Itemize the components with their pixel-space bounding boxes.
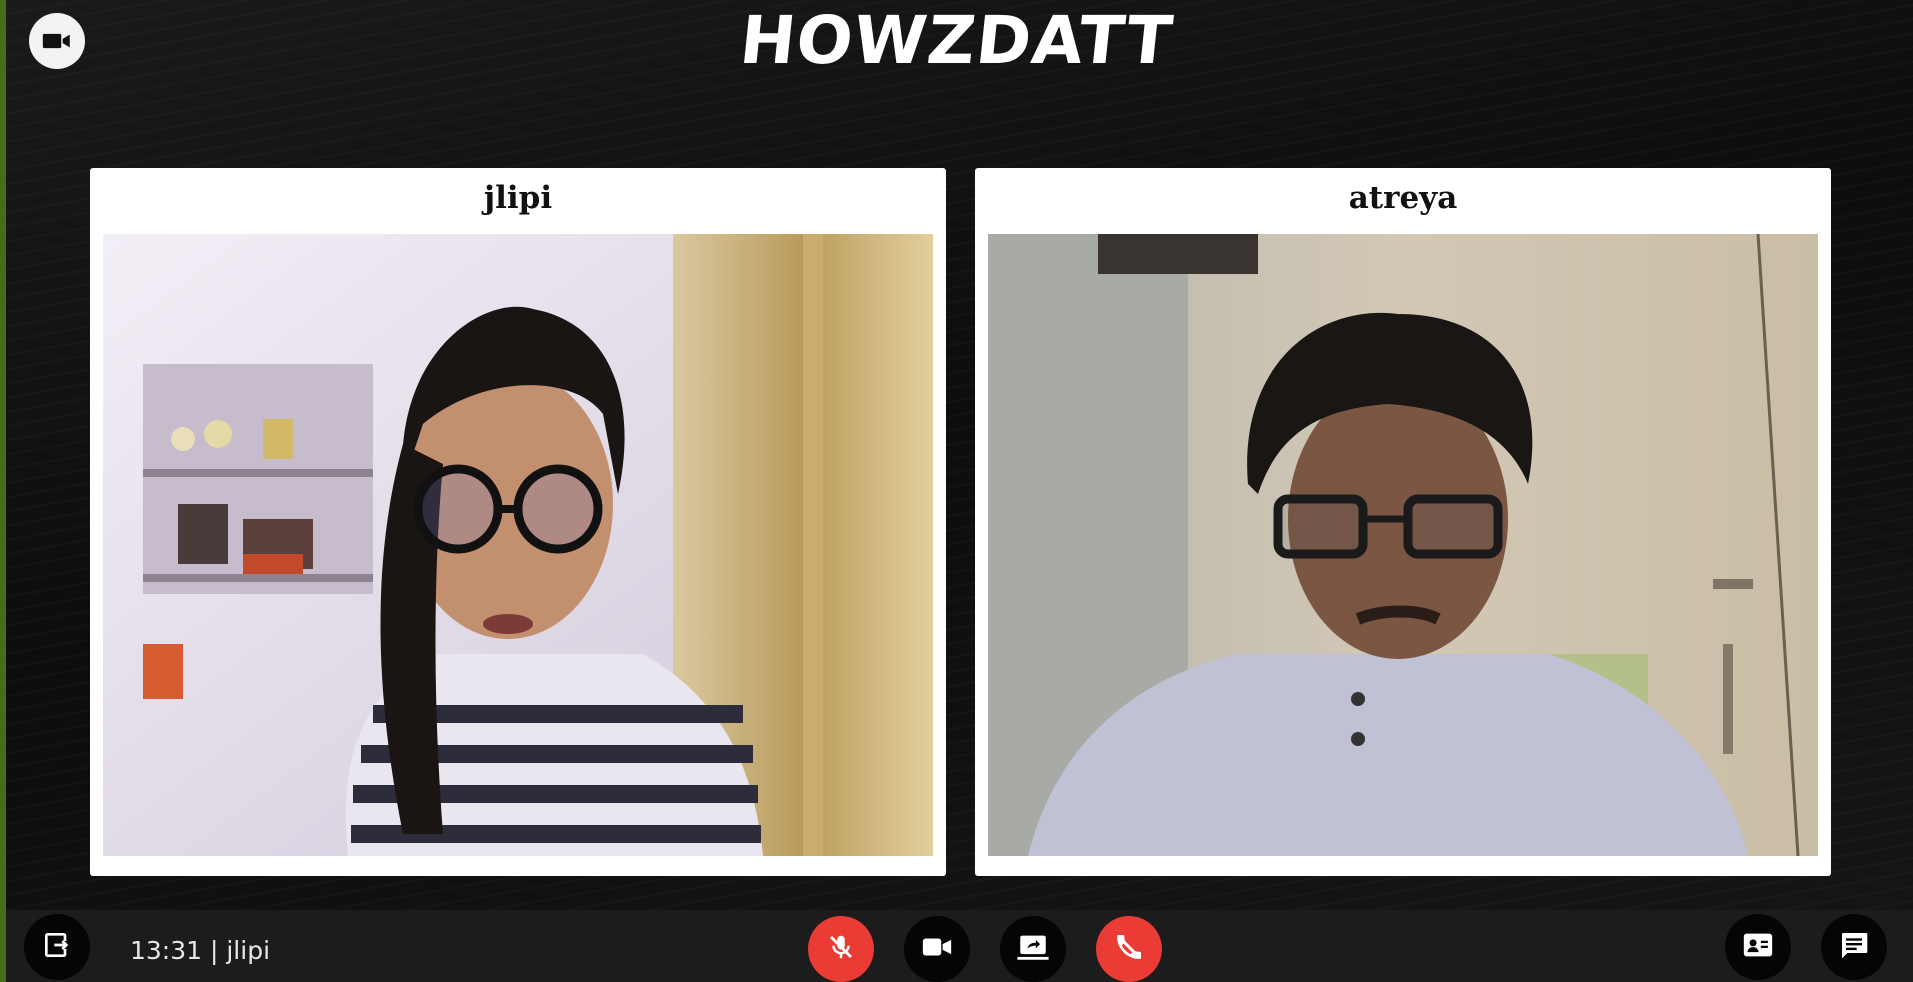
participant-tile: atreya bbox=[975, 168, 1831, 876]
leave-meeting-button[interactable] bbox=[24, 914, 90, 980]
participant-name: atreya bbox=[1348, 180, 1458, 216]
chat-button[interactable] bbox=[1821, 914, 1887, 980]
video-camera-icon bbox=[920, 930, 954, 968]
share-screen-button[interactable] bbox=[1000, 916, 1066, 982]
bottom-toolbar: 13:31 | jlipi bbox=[6, 910, 1913, 982]
end-call-button[interactable] bbox=[1096, 916, 1162, 982]
participants-button[interactable] bbox=[1725, 914, 1791, 980]
meeting-info: 13:31 | jlipi bbox=[130, 936, 271, 965]
left-edge-strip bbox=[0, 0, 6, 982]
app-window: HOWZDATT jlipi atreya 13:31 | jlipi bbox=[0, 0, 1913, 982]
mic-off-icon bbox=[826, 932, 856, 966]
participant-tile: jlipi bbox=[90, 168, 946, 876]
contact-card-icon bbox=[1741, 928, 1775, 966]
participant-video bbox=[103, 234, 933, 856]
screen-share-icon bbox=[1016, 930, 1050, 968]
participant-name: jlipi bbox=[483, 180, 553, 216]
mute-microphone-button[interactable] bbox=[808, 916, 874, 982]
chat-bubble-icon bbox=[1838, 929, 1870, 965]
camera-toggle-button[interactable] bbox=[904, 916, 970, 982]
app-title: HOWZDATT bbox=[736, 2, 1177, 79]
participant-video bbox=[988, 234, 1818, 856]
phone-hangup-icon bbox=[1113, 931, 1145, 967]
exit-icon bbox=[41, 929, 73, 965]
